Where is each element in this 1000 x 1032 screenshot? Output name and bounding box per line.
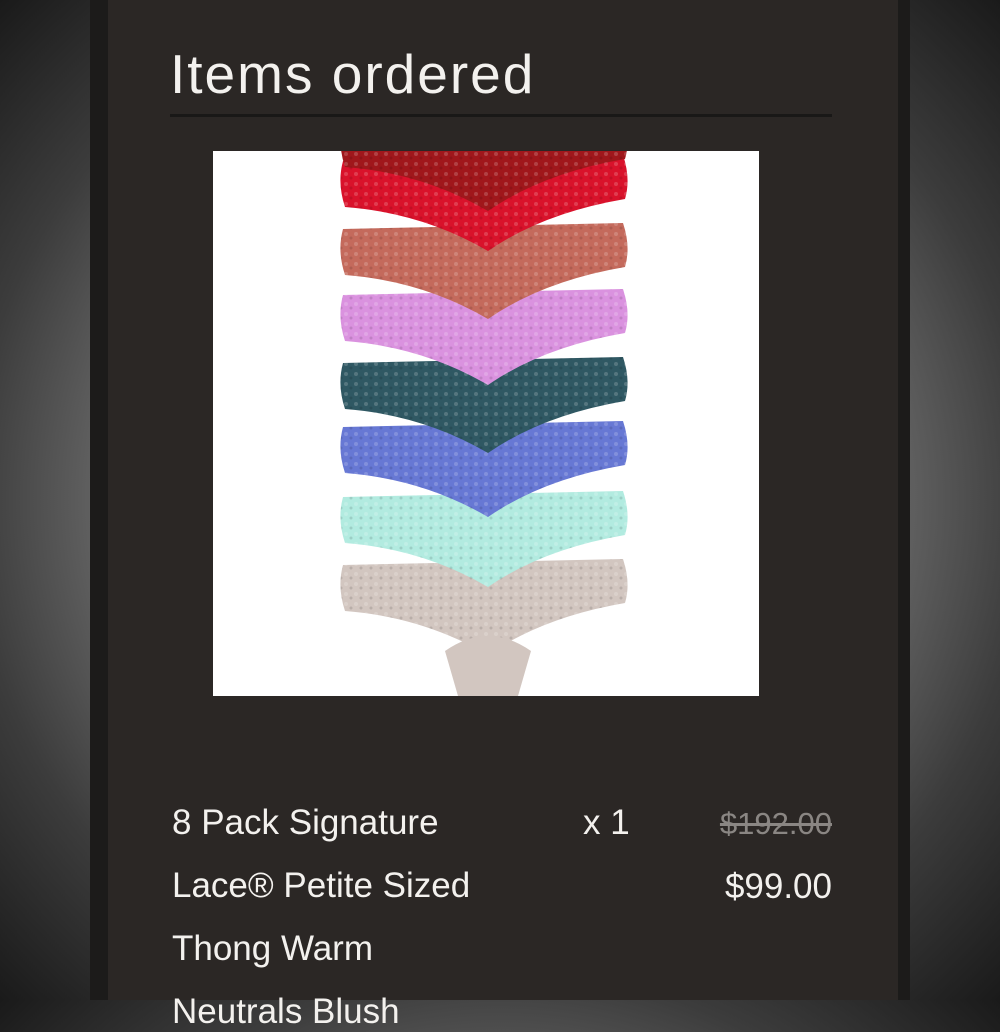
product-name-line-2[interactable]: Lace® Petite Sized (172, 866, 470, 906)
product-name-line-4[interactable]: Neutrals Blush (172, 992, 400, 1032)
sale-price: $99.00 (724, 867, 832, 906)
original-price: $192.00 (719, 806, 832, 841)
product-name-line-1[interactable]: 8 Pack Signature (172, 803, 439, 843)
thong-gusset (445, 636, 531, 696)
item-quantity: x 1 (583, 803, 630, 842)
product-photo-illustration (340, 151, 628, 696)
section-divider (170, 114, 832, 117)
product-image[interactable] (213, 151, 759, 696)
product-name-line-3[interactable]: Thong Warm (172, 929, 373, 969)
section-title: Items ordered (170, 43, 536, 105)
